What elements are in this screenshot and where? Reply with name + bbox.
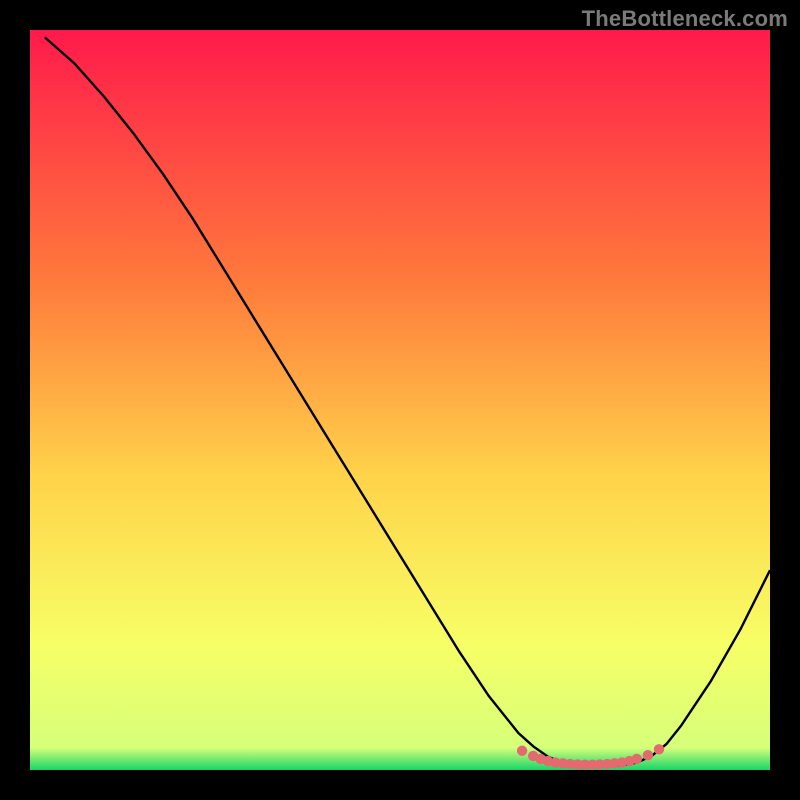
optimal-dot bbox=[654, 744, 664, 754]
bottleneck-chart bbox=[30, 30, 770, 770]
optimal-dot bbox=[632, 754, 642, 764]
gradient-background bbox=[30, 30, 770, 770]
chart-stage: TheBottleneck.com bbox=[0, 0, 800, 800]
plot-area bbox=[30, 30, 770, 770]
optimal-dot bbox=[643, 750, 653, 760]
optimal-dot bbox=[517, 746, 527, 756]
watermark-text: TheBottleneck.com bbox=[582, 6, 788, 32]
